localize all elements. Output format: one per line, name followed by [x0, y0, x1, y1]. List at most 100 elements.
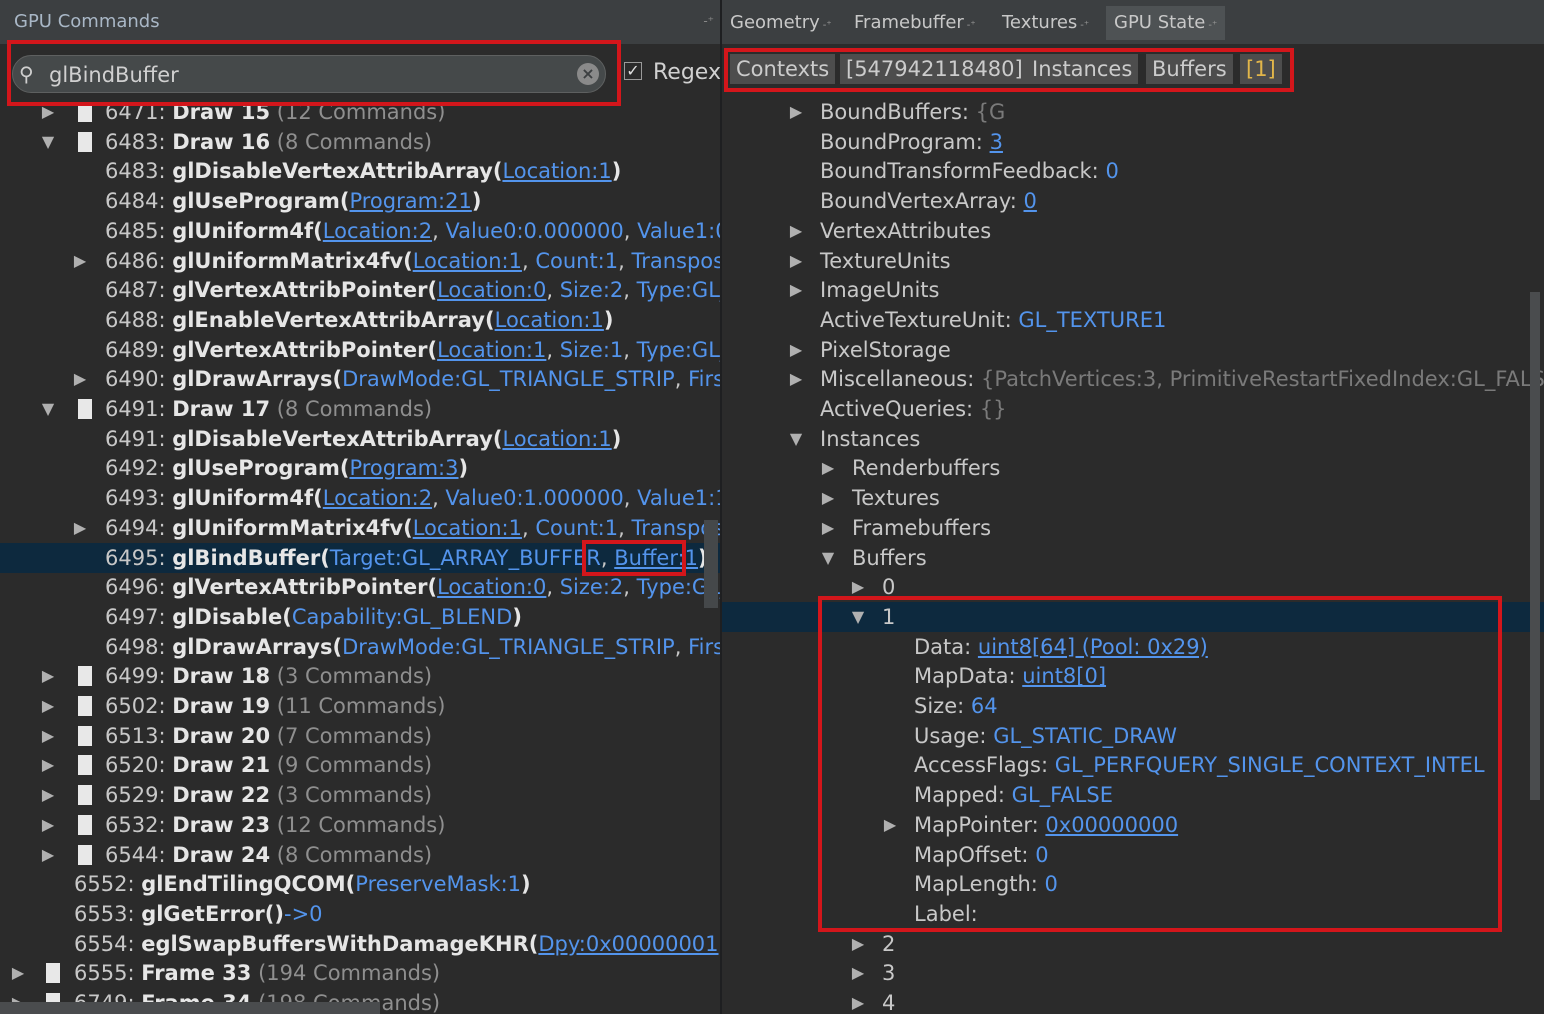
expand-arrow-icon[interactable]: ▶ [786, 335, 806, 365]
state-tree-row[interactable]: ▶ PixelStorage [722, 335, 1544, 365]
argument-link[interactable]: Location:0 [437, 278, 546, 302]
expand-arrow-icon[interactable]: ▶ [786, 364, 806, 394]
state-tree-row[interactable]: Usage: GL_STATIC_DRAW [722, 721, 1544, 751]
state-tree-row[interactable]: ▶ BoundBuffers: {G [722, 97, 1544, 127]
expand-arrow-icon[interactable]: ▶ [38, 97, 58, 127]
expand-arrow-icon[interactable]: ▶ [38, 661, 58, 691]
argument-link[interactable]: Location:0 [437, 575, 546, 599]
node-value[interactable]: 0x00000000 [1045, 813, 1178, 837]
search-icon[interactable]: ⚲ [19, 62, 34, 86]
tree-group-row[interactable]: ▶ 6532: Draw 23 (12 Commands) [0, 810, 720, 840]
state-tree-row[interactable]: ▼ Instances [722, 424, 1544, 454]
state-tree-row[interactable]: ▶ 2 [722, 929, 1544, 959]
state-tree-row[interactable]: ▶ Miscellaneous: {PatchVertices:3, Primit… [722, 364, 1544, 394]
tree-group-row[interactable]: ▶ 6471: Draw 15 (12 Commands) [0, 97, 720, 127]
node-value[interactable]: uint8[64] (Pool: 0x29) [978, 635, 1208, 659]
command-row[interactable]: 6488: glEnableVertexAttribArray(Location… [0, 305, 720, 335]
breadcrumb-buffer-index[interactable]: [1] [1240, 54, 1282, 84]
argument-link[interactable]: Location:2 [323, 486, 432, 510]
scrollbar-vertical-thumb[interactable] [1530, 292, 1540, 800]
argument-link[interactable]: Program:21 [349, 189, 471, 213]
breadcrumb-contexts[interactable]: Contexts [730, 54, 836, 84]
argument-link[interactable]: Location:1 [502, 159, 611, 183]
state-tree-row[interactable]: MapLength: 0 [722, 869, 1544, 899]
tree-group-row[interactable]: ▶ 6499: Draw 18 (3 Commands) [0, 661, 720, 691]
tab-framebuffer[interactable]: Framebuffer -⁺ [846, 6, 984, 40]
state-tree-row[interactable]: AccessFlags: GL_PERFQUERY_SINGLE_CONTEXT… [722, 750, 1544, 780]
argument-link[interactable]: Dpy:0x00000001 [538, 932, 718, 956]
state-tree-row[interactable]: ActiveQueries: {} [722, 394, 1544, 424]
regex-label[interactable]: Regex [653, 60, 720, 85]
collapse-arrow-icon[interactable]: ▼ [848, 602, 868, 632]
state-tree-row[interactable]: ▶ VertexAttributes [722, 216, 1544, 246]
scrollbar-bottom[interactable] [0, 1002, 380, 1014]
state-tree-row[interactable]: ▶ ImageUnits [722, 275, 1544, 305]
tab-geometry[interactable]: Geometry -⁺ [722, 6, 840, 40]
tree-group-row[interactable]: ▶ 6502: Draw 19 (11 Commands) [0, 691, 720, 721]
state-tree-row[interactable]: MapData: uint8[0] [722, 661, 1544, 691]
state-tree-row[interactable]: ▶ 4 [722, 988, 1544, 1014]
state-tree-row[interactable]: ▶ 3 [722, 958, 1544, 988]
tree-group-row[interactable]: ▶ 6520: Draw 21 (9 Commands) [0, 750, 720, 780]
expand-arrow-icon[interactable]: ▶ [848, 958, 868, 988]
command-row[interactable]: 6484: glUseProgram(Program:21) [0, 186, 720, 216]
search-box[interactable]: ⚲ × [12, 55, 606, 93]
expand-arrow-icon[interactable]: ▶ [818, 483, 838, 513]
expand-arrow-icon[interactable]: ▶ [786, 275, 806, 305]
expand-arrow-icon[interactable]: ▶ [786, 216, 806, 246]
command-row[interactable]: 6553: glGetError()->0 [0, 899, 720, 929]
argument-link[interactable]: Location:1 [413, 249, 522, 273]
command-row[interactable]: 6493: glUniform4f(Location:2, Value0:1.0… [0, 483, 720, 513]
command-row[interactable]: 6489: glVertexAttribPointer(Location:1, … [0, 335, 720, 365]
breadcrumb-buffers[interactable]: Buffers [1146, 54, 1233, 84]
command-row[interactable]: ▶ 6494: glUniformMatrix4fv(Location:1, Co… [0, 513, 720, 543]
expand-arrow-icon[interactable]: ▶ [38, 810, 58, 840]
command-row[interactable]: 6485: glUniform4f(Location:2, Value0:0.0… [0, 216, 720, 246]
state-tree-row[interactable]: Data: uint8[64] (Pool: 0x29) [722, 632, 1544, 662]
expand-arrow-icon[interactable]: ▶ [38, 750, 58, 780]
state-tree-row[interactable]: ActiveTextureUnit: GL_TEXTURE1 [722, 305, 1544, 335]
expand-arrow-icon[interactable]: ▶ [38, 691, 58, 721]
state-tree-row[interactable]: ▶ Framebuffers [722, 513, 1544, 543]
expand-arrow-icon[interactable]: ▶ [880, 810, 900, 840]
command-row[interactable]: 6554: eglSwapBuffersWithDamageKHR(Dpy:0x… [0, 929, 720, 959]
expand-arrow-icon[interactable]: ▶ [70, 246, 90, 276]
command-row[interactable]: 6487: glVertexAttribPointer(Location:0, … [0, 275, 720, 305]
expand-arrow-icon[interactable]: ▶ [786, 246, 806, 276]
node-value[interactable]: 3 [990, 130, 1003, 154]
breadcrumb-instances[interactable]: Instances [1026, 54, 1139, 84]
state-tree-row[interactable]: ▶ MapPointer: 0x00000000 [722, 810, 1544, 840]
tree-group-row[interactable]: ▼ 6491: Draw 17 (8 Commands) [0, 394, 720, 424]
scrollbar-horizontal-thumb[interactable] [704, 520, 718, 608]
expand-arrow-icon[interactable]: ▶ [38, 780, 58, 810]
tree-group-row[interactable]: ▶ 6544: Draw 24 (8 Commands) [0, 840, 720, 870]
state-tree-row[interactable]: BoundTransformFeedback: 0 [722, 156, 1544, 186]
expand-arrow-icon[interactable]: ▶ [848, 988, 868, 1014]
argument-link[interactable]: Location:1 [502, 427, 611, 451]
command-row[interactable]: 6498: glDrawArrays(DrawMode:GL_TRIANGLE_… [0, 632, 720, 662]
state-tree-row[interactable]: ▶ Textures [722, 483, 1544, 513]
argument-link[interactable]: Buffer:1 [614, 546, 698, 570]
argument-link[interactable]: Program:3 [349, 456, 458, 480]
collapse-arrow-icon[interactable]: ▼ [38, 394, 58, 424]
command-row[interactable]: 6492: glUseProgram(Program:3) [0, 453, 720, 483]
state-tree-row[interactable]: Size: 64 [722, 691, 1544, 721]
state-tree-row[interactable]: BoundProgram: 3 [722, 127, 1544, 157]
collapse-arrow-icon[interactable]: ▼ [38, 127, 58, 157]
search-input[interactable] [47, 60, 571, 90]
regex-checkbox[interactable]: ✓ [624, 62, 642, 80]
expand-arrow-icon[interactable]: ▶ [38, 721, 58, 751]
state-tree-row[interactable]: Label: [722, 899, 1544, 929]
expand-arrow-icon[interactable]: ▶ [848, 929, 868, 959]
command-row[interactable]: 6483: glDisableVertexAttribArray(Locatio… [0, 156, 720, 186]
expand-arrow-icon[interactable]: ▶ [818, 513, 838, 543]
argument-link[interactable]: Location:1 [437, 338, 546, 362]
tree-group-row[interactable]: ▼ 6483: Draw 16 (8 Commands) [0, 127, 720, 157]
command-row[interactable]: 6491: glDisableVertexAttribArray(Locatio… [0, 424, 720, 454]
expand-arrow-icon[interactable]: ▶ [38, 840, 58, 870]
pin-icon[interactable]: -⁺ [703, 14, 714, 28]
command-row[interactable]: 6497: glDisable(Capability:GL_BLEND) [0, 602, 720, 632]
state-tree-row[interactable]: ▼ Buffers [722, 543, 1544, 573]
argument-link[interactable]: Location:2 [323, 219, 432, 243]
argument-link[interactable]: Location:1 [495, 308, 604, 332]
